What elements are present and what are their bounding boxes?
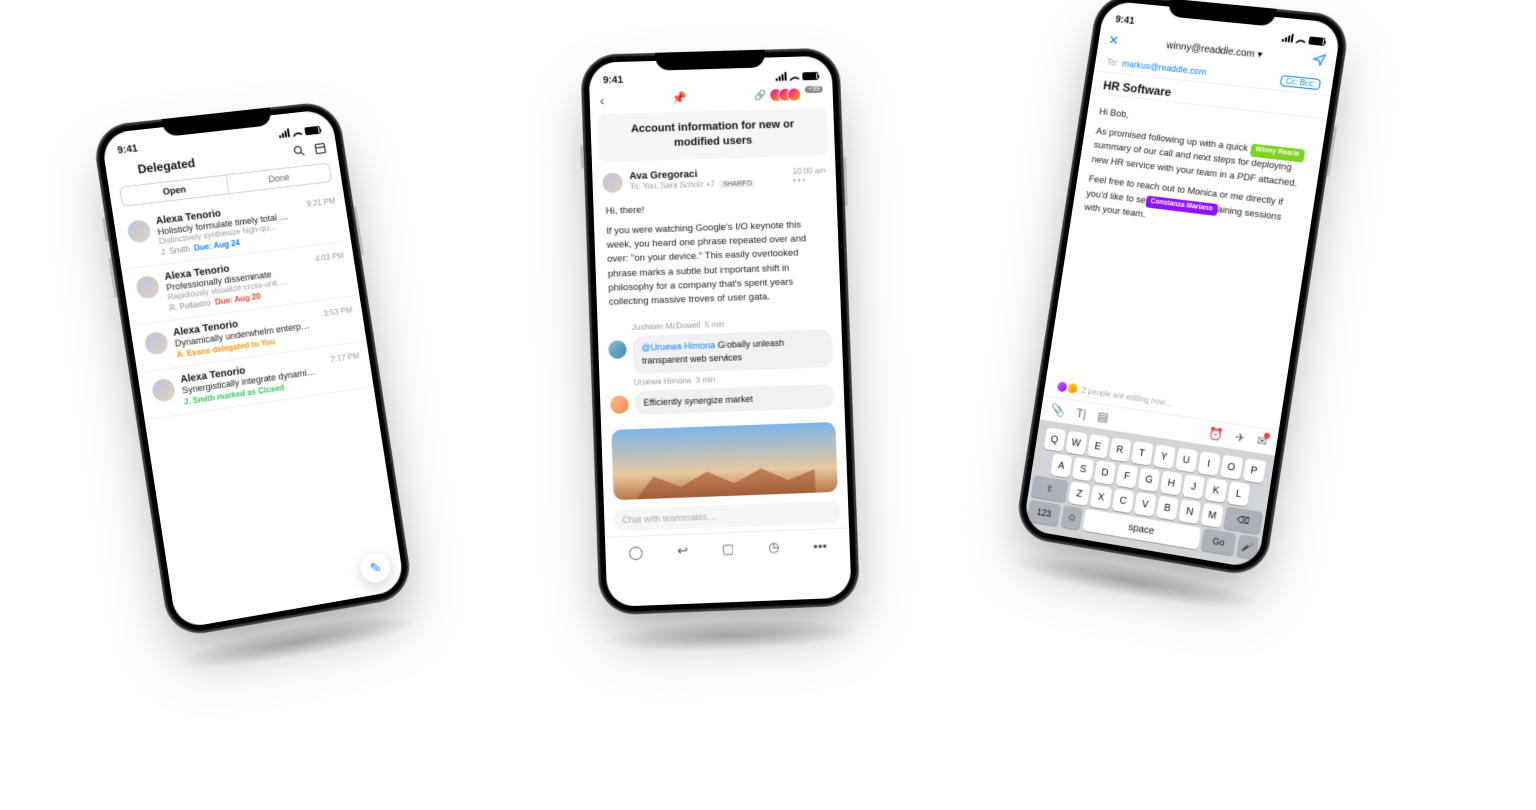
key[interactable]: F: [1116, 464, 1139, 489]
chat-input[interactable]: Chat with teammates…: [612, 501, 841, 532]
key[interactable]: A: [1050, 453, 1072, 478]
avatar: [135, 275, 160, 300]
phone-compose: 9:41 ✕ winny@readdle.com ▾ To:markus@rea…: [1014, 0, 1351, 578]
key[interactable]: S: [1072, 457, 1094, 482]
reply-icon[interactable]: ↩︎: [677, 543, 689, 559]
battery-icon: [1308, 36, 1325, 46]
phone-delegated: 9:41 Delegated Open Done Alexa Tenorio H…: [91, 100, 414, 639]
key[interactable]: C: [1112, 488, 1135, 513]
battery-icon: [304, 125, 321, 135]
key[interactable]: P: [1242, 458, 1265, 483]
chat-bubble[interactable]: Efficiently synergize market: [634, 384, 835, 416]
text-format-icon[interactable]: T|: [1075, 406, 1087, 421]
wifi-icon: [789, 72, 799, 80]
snooze-icon[interactable]: ◷: [768, 539, 780, 555]
chat-bubble[interactable]: @Uruewa Himona Globally unleash transpar…: [632, 330, 833, 374]
battery-icon: [802, 71, 818, 79]
avatar: [610, 395, 629, 414]
cc-bcc-button[interactable]: Cc: Bcc:: [1280, 75, 1321, 90]
key[interactable]: ⌫: [1223, 506, 1263, 534]
key[interactable]: Q: [1043, 427, 1065, 451]
participant-count-badge: +99: [805, 86, 823, 93]
wifi-icon: [1296, 35, 1307, 44]
key[interactable]: D: [1094, 460, 1116, 485]
tracking-icon[interactable]: ✉︎: [1256, 433, 1268, 449]
send-later-icon[interactable]: ✈︎: [1234, 430, 1246, 446]
avatar: [126, 219, 152, 244]
participants-avatars[interactable]: [774, 87, 801, 102]
inbox-icon[interactable]: ◯: [628, 545, 643, 562]
menu-icon[interactable]: [116, 163, 131, 178]
key[interactable]: K: [1205, 478, 1228, 503]
key[interactable]: J: [1182, 474, 1205, 499]
signal-icon: [775, 72, 786, 81]
key[interactable]: ⇧: [1031, 475, 1069, 502]
attachment-icon[interactable]: 📎: [1050, 402, 1066, 418]
signal-icon: [278, 128, 290, 138]
key[interactable]: U: [1175, 448, 1198, 473]
image-attachment[interactable]: [611, 422, 838, 500]
avatar: [608, 341, 627, 360]
template-icon[interactable]: ▤: [1096, 409, 1109, 424]
key[interactable]: I: [1197, 451, 1220, 476]
key[interactable]: R: [1109, 437, 1131, 462]
key[interactable]: T: [1130, 441, 1153, 466]
pin-icon[interactable]: ⠀📌⠀: [612, 89, 746, 107]
key[interactable]: M: [1201, 503, 1224, 528]
collaborator-cursor: Winny Rearie: [1249, 143, 1305, 162]
key-emoji[interactable]: ☺: [1061, 505, 1083, 530]
collaborator-cursor: Constanza Mariano: [1145, 195, 1219, 216]
key[interactable]: L: [1227, 481, 1250, 506]
search-icon[interactable]: [291, 143, 307, 158]
avatar: [144, 331, 169, 356]
signal-icon: [1282, 33, 1294, 43]
key[interactable]: E: [1087, 434, 1109, 459]
key[interactable]: W: [1065, 431, 1087, 455]
list-settings-icon[interactable]: [312, 141, 328, 156]
key-123[interactable]: 123: [1027, 500, 1062, 527]
key-go[interactable]: Go: [1200, 528, 1236, 555]
wifi-icon: [292, 127, 303, 136]
send-icon[interactable]: [1311, 52, 1328, 70]
more-icon[interactable]: •••: [813, 538, 827, 554]
key[interactable]: H: [1160, 471, 1183, 496]
key[interactable]: B: [1156, 496, 1179, 521]
key[interactable]: O: [1220, 455, 1243, 480]
link-icon[interactable]: 🔗: [754, 90, 767, 101]
status-time: 9:41: [117, 143, 139, 156]
key[interactable]: V: [1134, 492, 1157, 517]
reminder-icon[interactable]: ⏰: [1208, 426, 1225, 442]
phone-thread: 9:41 ‹ ⠀📌⠀ 🔗 +99 Account information for…: [580, 48, 860, 616]
key[interactable]: N: [1178, 499, 1201, 524]
